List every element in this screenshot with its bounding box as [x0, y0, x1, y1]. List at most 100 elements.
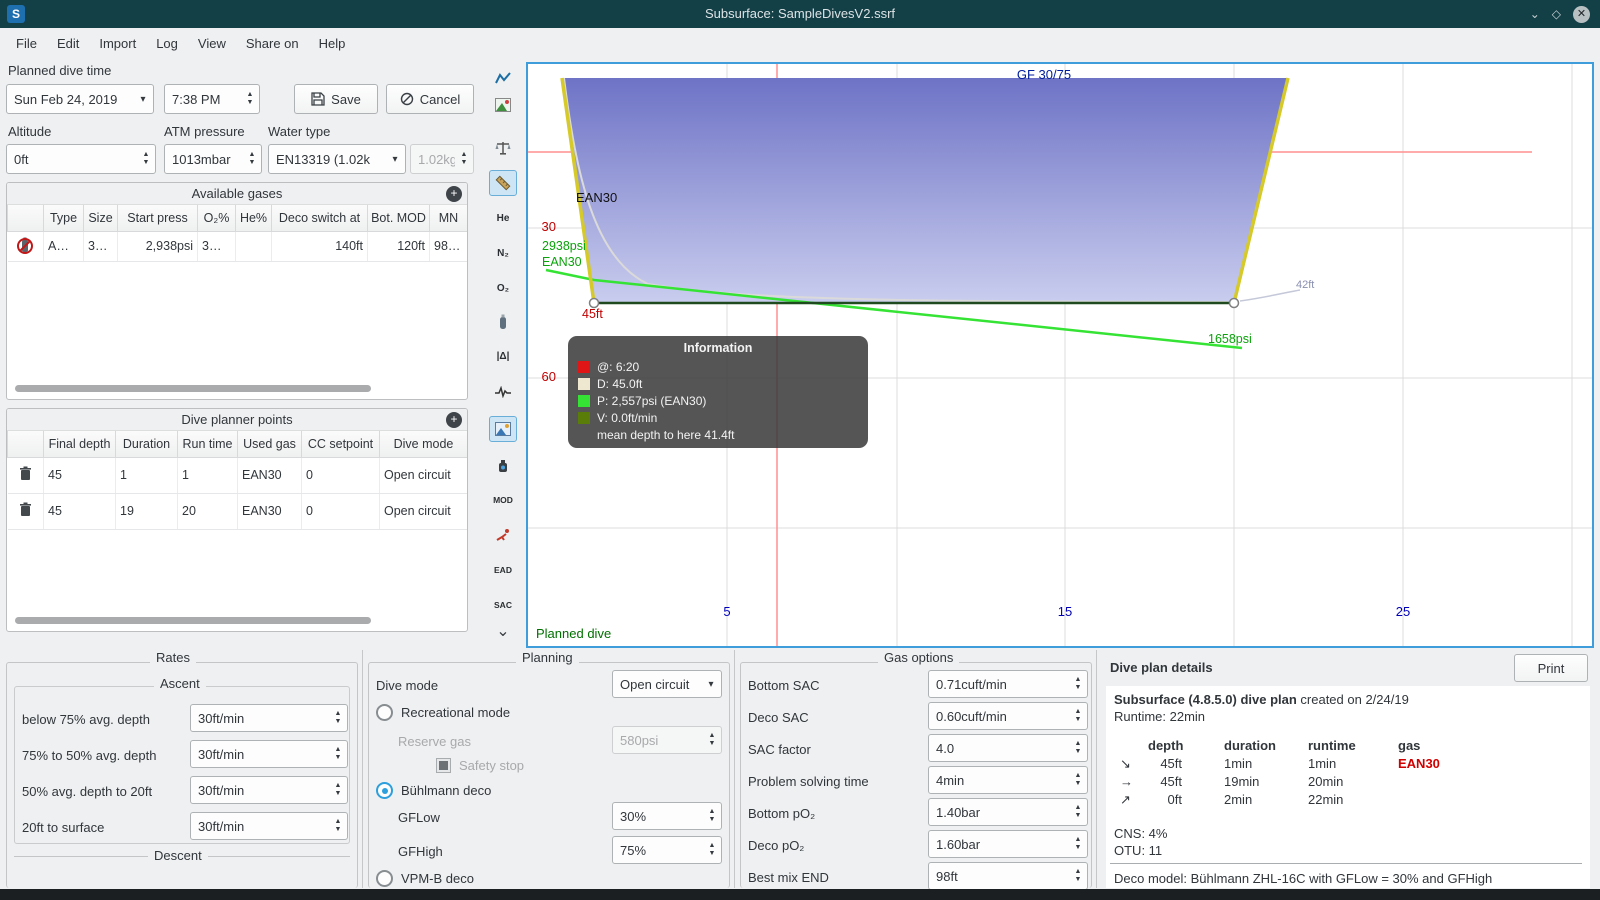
menu-file[interactable]: File — [6, 31, 47, 56]
altitude-spinner[interactable]: 0ft ▲ ▼ — [6, 144, 156, 174]
gas-row[interactable]: A… 3… 2,938psi 3… 140ft 120ft 98… — [7, 231, 467, 262]
plan-otu: OTU: 11 — [1114, 843, 1163, 858]
ead-toggle-icon[interactable]: EAD — [489, 557, 517, 583]
dive-profile-chart[interactable]: GF 30/75 EAN30 2938psi EAN30 45ft 1658ps… — [526, 62, 1594, 648]
tank-bar-icon[interactable] — [489, 309, 517, 335]
spinner-arrows-icon[interactable]: ▲ ▼ — [329, 746, 347, 761]
gases-col-startpress[interactable]: Start press — [117, 205, 198, 232]
spinner-arrows-icon[interactable]: ▲ ▼ — [1069, 708, 1087, 723]
bottom-po2-spinner[interactable]: 1.40bar ▲ ▼ — [928, 798, 1088, 826]
dive-mode-combo[interactable]: Open circuit ▾ — [612, 670, 722, 698]
ruler-icon[interactable] — [489, 170, 517, 196]
sac-factor-spinner[interactable]: 4.0 ▲ ▼ — [928, 734, 1088, 762]
trash-icon[interactable] — [19, 466, 32, 481]
rate-spinner-2[interactable]: 30ft/min ▲ ▼ — [190, 740, 348, 768]
spinner-arrows-icon: ▲ ▼ — [460, 151, 468, 166]
spinner-arrows-icon[interactable]: ▲ ▼ — [1069, 836, 1087, 851]
points-hscrollbar[interactable] — [15, 617, 371, 624]
gases-col-size[interactable]: Size — [83, 205, 118, 232]
points-col-runtime[interactable]: Run time — [177, 431, 238, 458]
deco-sac-spinner[interactable]: 0.60cuft/min ▲ ▼ — [928, 702, 1088, 730]
spinner-arrows-icon[interactable]: ▲ ▼ — [241, 91, 259, 106]
spinner-arrows-icon[interactable]: ▲ ▼ — [1069, 804, 1087, 819]
print-button[interactable]: Print — [1514, 654, 1588, 682]
point-row[interactable]: 45 1 1 EAN30 0 Open circuit — [7, 457, 467, 494]
recreational-mode-radio[interactable]: Recreational mode — [376, 704, 510, 721]
bottom-sac-spinner[interactable]: 0.71cuft/min ▲ ▼ — [928, 670, 1088, 698]
spinner-arrows-icon[interactable]: ▲ ▼ — [1069, 772, 1087, 787]
spinner-arrows-icon[interactable]: ▲ ▼ — [1069, 676, 1087, 691]
window-close-button[interactable]: ✕ — [1573, 5, 1590, 23]
rate-spinner-1[interactable]: 30ft/min ▲ ▼ — [190, 704, 348, 732]
rate-spinner-4[interactable]: 30ft/min ▲ ▼ — [190, 812, 348, 840]
photos-icon[interactable] — [489, 92, 517, 118]
gases-col-botmod[interactable]: Bot. MOD — [367, 205, 430, 232]
toolbar-collapse-icon[interactable]: ⌄ — [489, 618, 517, 644]
gases-col-he[interactable]: He% — [235, 205, 272, 232]
menu-import[interactable]: Import — [89, 31, 146, 56]
vpmb-deco-radio[interactable]: VPM-B deco — [376, 870, 474, 887]
spinner-arrows-icon[interactable]: ▲ ▼ — [329, 782, 347, 797]
gases-col-decoswitch[interactable]: Deco switch at — [271, 205, 368, 232]
panel-separator[interactable] — [362, 650, 363, 888]
planning-title: Planning — [516, 650, 579, 665]
gases-col-mn[interactable]: MN — [429, 205, 467, 232]
deco-po2-spinner[interactable]: 1.60bar ▲ ▼ — [928, 830, 1088, 858]
problem-time-spinner[interactable]: 4min ▲ ▼ — [928, 766, 1088, 794]
points-col-ccsetpoint[interactable]: CC setpoint — [301, 431, 380, 458]
gases-col-type[interactable]: Type — [43, 205, 84, 232]
spinner-arrows-icon[interactable]: ▲ ▼ — [243, 151, 261, 166]
dive-date-combo[interactable]: Sun Feb 24, 2019 ▾ — [6, 84, 154, 114]
add-gas-button[interactable]: + — [446, 186, 462, 202]
window-pin-icon[interactable]: ◇ — [1552, 5, 1561, 23]
cancel-button[interactable]: Cancel — [386, 84, 474, 114]
panel-separator[interactable] — [734, 650, 735, 888]
mod-toggle-icon[interactable]: MOD — [489, 487, 517, 513]
panel-separator[interactable] — [1096, 650, 1097, 888]
spinner-arrows-icon[interactable]: ▲ ▼ — [329, 818, 347, 833]
spinner-arrows-icon[interactable]: ▲ ▼ — [703, 842, 721, 857]
picture-toggle-icon[interactable] — [489, 416, 517, 442]
trash-icon[interactable] — [19, 502, 32, 517]
best-mix-end-spinner[interactable]: 98ft ▲ ▼ — [928, 862, 1088, 890]
tissues-delta-icon[interactable]: |Δ| — [489, 343, 517, 369]
points-col-divemode[interactable]: Dive mode — [379, 431, 467, 458]
oxygen-graph-icon[interactable]: O₂ — [489, 275, 517, 301]
points-col-usedgas[interactable]: Used gas — [237, 431, 302, 458]
dive-time-spinner[interactable]: 7:38 PM ▲ ▼ — [164, 84, 260, 114]
heart-rate-icon[interactable] — [489, 379, 517, 405]
sac-toggle-icon[interactable]: SAC — [489, 592, 517, 618]
rate-spinner-3[interactable]: 30ft/min ▲ ▼ — [190, 776, 348, 804]
menu-help[interactable]: Help — [309, 31, 356, 56]
gflow-spinner[interactable]: 30% ▲ ▼ — [612, 802, 722, 830]
ink-bottle-icon[interactable] — [489, 452, 517, 478]
menu-edit[interactable]: Edit — [47, 31, 89, 56]
atm-pressure-spinner[interactable]: 1013mbar ▲ ▼ — [164, 144, 262, 174]
window-shade-icon[interactable]: ⌄ — [1530, 5, 1540, 23]
buhlmann-deco-radio[interactable]: Bühlmann deco — [376, 782, 491, 799]
save-button[interactable]: Save — [294, 84, 378, 114]
water-type-combo[interactable]: EN13319 (1.02k ▾ — [268, 144, 406, 174]
spinner-arrows-icon[interactable]: ▲ ▼ — [703, 808, 721, 823]
menu-view[interactable]: View — [188, 31, 236, 56]
add-point-button[interactable]: + — [446, 412, 462, 428]
gases-hscrollbar[interactable] — [15, 385, 371, 392]
gases-col-o2[interactable]: O₂% — [197, 205, 236, 232]
helium-graph-icon[interactable]: He — [489, 205, 517, 231]
spinner-arrows-icon[interactable]: ▲ ▼ — [1069, 740, 1087, 755]
spinner-arrows-icon[interactable]: ▲ ▼ — [1069, 868, 1087, 883]
profile-graph-icon[interactable] — [489, 65, 517, 91]
spinner-arrows-icon[interactable]: ▲ ▼ — [329, 710, 347, 725]
gfhigh-spinner[interactable]: 75% ▲ ▼ — [612, 836, 722, 864]
points-col-finaldepth[interactable]: Final depth — [43, 431, 116, 458]
diver-ndl-icon[interactable] — [489, 522, 517, 548]
menu-log[interactable]: Log — [146, 31, 188, 56]
menu-share-on[interactable]: Share on — [236, 31, 309, 56]
planner-point-handle[interactable] — [1228, 297, 1240, 309]
nitrogen-graph-icon[interactable]: N₂ — [489, 240, 517, 266]
spinner-arrows-icon[interactable]: ▲ ▼ — [137, 151, 155, 166]
scale-icon[interactable] — [489, 135, 517, 161]
point-row[interactable]: 45 19 20 EAN30 0 Open circuit — [7, 493, 467, 530]
points-col-duration[interactable]: Duration — [115, 431, 178, 458]
cylinder-icon[interactable] — [16, 236, 34, 254]
